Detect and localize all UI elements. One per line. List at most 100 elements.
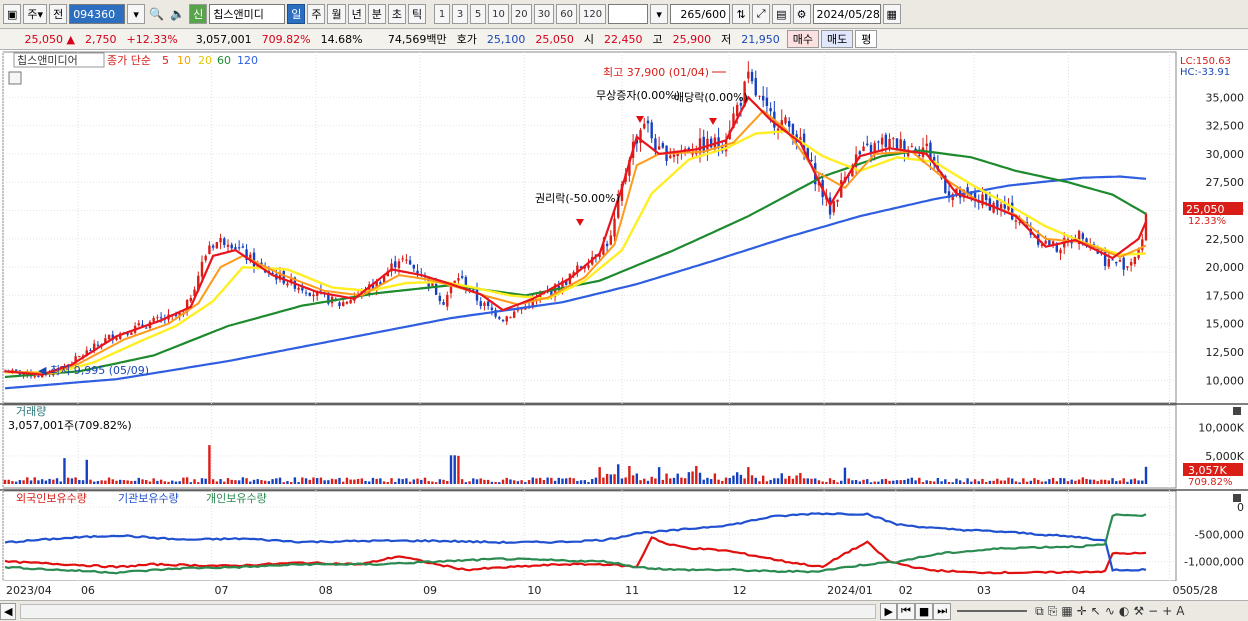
volume-bar — [330, 478, 334, 484]
candle-body — [646, 120, 650, 124]
volume-bar — [914, 480, 917, 484]
sell-button[interactable]: 매도 — [820, 30, 854, 48]
investor-tick-label: 0 — [1237, 501, 1244, 514]
volume-bar — [873, 481, 876, 484]
line-tool-icon[interactable]: ⤢ — [752, 4, 771, 24]
period-day[interactable]: 일 — [287, 4, 306, 24]
period-minute[interactable]: 분 — [367, 4, 386, 24]
volume-bar — [252, 479, 256, 484]
chart-subtitle: 종가 단순 — [107, 54, 151, 67]
quote-turnover: 14.68% — [320, 32, 363, 46]
scroll-right-icon[interactable]: ▶ — [880, 602, 897, 620]
prev-button[interactable]: 전 — [49, 4, 68, 24]
candle-body — [1144, 213, 1148, 241]
candle-icon[interactable]: ⇅ — [732, 4, 751, 24]
date-input[interactable]: 2024/05/28 — [812, 4, 881, 24]
zoom-in-icon[interactable]: + — [1160, 604, 1174, 618]
grid-icon[interactable]: ▦ — [1059, 604, 1074, 618]
count-input[interactable] — [608, 4, 649, 24]
up-arrow-icon: ▲ — [66, 32, 75, 46]
candle-body — [899, 139, 902, 149]
count-3[interactable]: 3 — [452, 4, 469, 24]
count-20[interactable]: 20 — [510, 4, 532, 24]
market-select[interactable]: 주 ▾ — [23, 4, 48, 24]
period-month[interactable]: 월 — [327, 4, 346, 24]
volume-bar — [37, 480, 40, 484]
volume-bar — [96, 481, 100, 484]
search-icon[interactable]: 🔍 — [147, 7, 166, 21]
gear-icon[interactable]: ⚙ — [792, 4, 811, 24]
zoom-out-icon[interactable]: − — [1146, 604, 1160, 618]
volume-last-pct: 709.82% — [1188, 477, 1233, 488]
volume-bar — [561, 478, 564, 484]
chart-area[interactable]: 10,000 12,500 15,000 17,500 20,000 22,500 25,0… — [0, 50, 1248, 600]
stock-name-field[interactable]: 칩스앤미디 — [209, 4, 286, 24]
candle-body — [761, 95, 765, 101]
investor-close-icon[interactable] — [1233, 494, 1241, 502]
volume-bar — [345, 477, 349, 484]
volume-bar — [620, 478, 624, 484]
tilde-icon[interactable]: ∿ — [1103, 604, 1117, 618]
pointer-icon[interactable]: ↖ — [1089, 604, 1103, 618]
period-second[interactable]: 초 — [387, 4, 406, 24]
candle-body — [895, 138, 899, 150]
volume-bar — [550, 477, 553, 484]
count-30[interactable]: 30 — [533, 4, 555, 24]
count-60[interactable]: 60 — [556, 4, 578, 24]
count-dropdown-icon[interactable]: ▾ — [650, 4, 669, 24]
volume-bar — [709, 479, 713, 484]
volume-bar — [877, 481, 880, 484]
nav-stop-icon[interactable]: ■ — [914, 602, 934, 620]
volume-bar — [457, 455, 460, 484]
candle-body — [33, 376, 36, 378]
period-year[interactable]: 년 — [347, 4, 366, 24]
count-1[interactable]: 1 — [434, 4, 451, 24]
candle-body — [14, 369, 18, 371]
speaker-icon[interactable]: 🔈 — [168, 7, 187, 21]
font-icon[interactable]: A — [1174, 604, 1186, 618]
x-axis-band — [0, 581, 1248, 599]
volume-close-icon[interactable] — [1233, 407, 1241, 415]
volume-bar — [360, 478, 363, 484]
tools-icon[interactable]: ⚒ — [1131, 604, 1146, 618]
high-value: 25,900 — [672, 32, 712, 46]
bars-field[interactable]: 265/600 — [670, 4, 731, 24]
price-tick-label: 17,500 — [1206, 289, 1245, 302]
scroll-track[interactable] — [20, 603, 877, 619]
volume-bar — [628, 465, 631, 484]
hoga-bid: 25,050 — [535, 32, 574, 46]
x-tick-label: 12 — [733, 584, 747, 597]
zoom-slider[interactable] — [957, 610, 1028, 612]
nav-first-icon[interactable]: ⏮ — [896, 602, 915, 620]
crosshair-icon[interactable]: ✛ — [1075, 604, 1089, 618]
volume-bar — [992, 480, 995, 484]
volume-bar — [475, 479, 479, 484]
volume-bar — [52, 479, 55, 484]
count-120[interactable]: 120 — [579, 4, 607, 24]
volume-bar — [1044, 481, 1047, 484]
save-icon[interactable]: ▤ — [772, 4, 791, 24]
code-input[interactable]: 094360 — [69, 4, 126, 24]
lc-label: LC:150.63 — [1180, 56, 1231, 67]
copy-icon[interactable]: ⎘ — [1046, 604, 1060, 619]
nav-last-icon[interactable]: ⏭ — [933, 602, 952, 620]
period-week[interactable]: 주 — [307, 4, 326, 24]
count-5[interactable]: 5 — [470, 4, 487, 24]
candle-body — [156, 317, 159, 319]
window-icon[interactable]: ⧉ — [1033, 604, 1046, 619]
scroll-left-icon[interactable]: ◀ — [0, 602, 17, 620]
volume-bar — [1025, 481, 1029, 484]
calendar-icon[interactable]: ▦ — [882, 4, 901, 24]
code-dropdown-icon[interactable]: ▾ — [127, 4, 146, 24]
layout-icon[interactable]: ▣ — [3, 4, 22, 24]
buy-button[interactable]: 매수 — [786, 30, 819, 48]
period-tick[interactable]: 틱 — [407, 4, 427, 24]
calculator-icon[interactable] — [8, 71, 22, 85]
candle-body — [810, 159, 813, 161]
volume-bar — [423, 477, 427, 484]
volume-bar — [442, 479, 445, 484]
volume-bar — [1077, 479, 1081, 484]
avg-button[interactable]: 평 — [855, 30, 878, 48]
count-10[interactable]: 10 — [488, 4, 509, 24]
palette-icon[interactable]: ◐ — [1117, 604, 1131, 618]
